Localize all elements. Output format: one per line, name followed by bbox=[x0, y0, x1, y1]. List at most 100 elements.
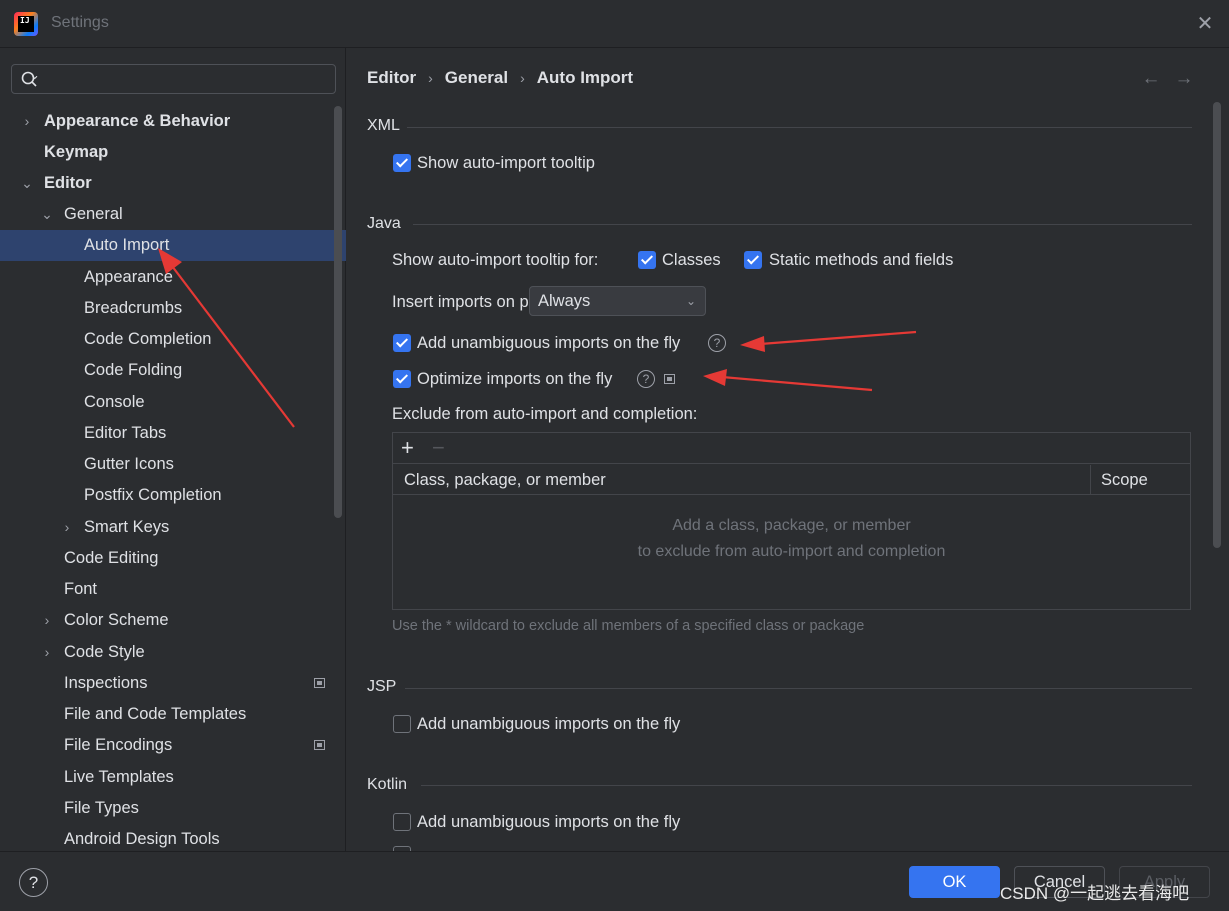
table-header: Class, package, or member Scope bbox=[393, 465, 1190, 495]
chevron-right-icon[interactable]: › bbox=[40, 637, 54, 668]
jsp-unambiguous-label: Add unambiguous imports on the fly bbox=[417, 715, 681, 733]
section-divider bbox=[421, 785, 1192, 786]
help-icon[interactable]: ? bbox=[708, 334, 726, 352]
chevron-right-icon[interactable]: › bbox=[40, 605, 54, 636]
sidebar-item-label: Color Scheme bbox=[64, 611, 169, 629]
watermark: CSDN @一起逃去看海吧 bbox=[1000, 884, 1190, 903]
breadcrumb: Editor › General › Auto Import bbox=[367, 68, 633, 92]
breadcrumb-separator: › bbox=[520, 70, 525, 86]
section-title-java: Java bbox=[367, 215, 401, 232]
breadcrumb-item[interactable]: General bbox=[445, 68, 508, 88]
section-divider bbox=[407, 127, 1192, 128]
sidebar-item[interactable]: File Types bbox=[0, 793, 346, 824]
column-header-scope[interactable]: Scope bbox=[1101, 465, 1148, 495]
sidebar-item[interactable]: Font bbox=[0, 574, 346, 605]
sidebar-item-label: Breadcrumbs bbox=[84, 299, 183, 317]
table-toolbar: + − bbox=[393, 433, 1190, 464]
project-scope-icon bbox=[664, 374, 675, 384]
add-icon[interactable]: + bbox=[401, 435, 414, 461]
java-classes-label[interactable]: Classes bbox=[662, 248, 721, 272]
insert-on-paste-dropdown[interactable]: Always ⌄ bbox=[529, 286, 706, 316]
sidebar-item-label: Code Editing bbox=[64, 549, 159, 567]
sidebar-item[interactable]: Live Templates bbox=[0, 762, 346, 793]
sidebar-item[interactable]: Breadcrumbs bbox=[0, 293, 346, 324]
table-empty-state: Add a class, package, or member to exclu… bbox=[393, 513, 1190, 565]
sidebar-item[interactable]: › Appearance & Behavior bbox=[0, 106, 346, 137]
chevron-right-icon[interactable]: › bbox=[60, 512, 74, 543]
sidebar-item[interactable]: Appearance bbox=[0, 262, 346, 293]
sidebar-item-label: Editor bbox=[44, 174, 92, 192]
sidebar-item[interactable]: Editor Tabs bbox=[0, 418, 346, 449]
sidebar-item[interactable]: Postfix Completion bbox=[0, 480, 346, 511]
wildcard-hint: Use the * wildcard to exclude all member… bbox=[392, 618, 865, 634]
kotlin-unambiguous-checkbox[interactable] bbox=[393, 813, 411, 831]
sidebar-item-label: Appearance bbox=[84, 268, 173, 286]
sidebar-item[interactable]: Inspections bbox=[0, 668, 346, 699]
chevron-down-icon: ⌄ bbox=[685, 294, 696, 308]
sidebar-item[interactable]: Auto Import bbox=[0, 230, 346, 261]
sidebar-item[interactable]: ⌄ General bbox=[0, 199, 346, 230]
breadcrumb-separator: › bbox=[428, 70, 433, 86]
help-button[interactable]: ? bbox=[19, 868, 48, 897]
content-scrollbar[interactable] bbox=[1213, 102, 1221, 548]
sidebar-item[interactable]: › Smart Keys bbox=[0, 512, 346, 543]
intellij-logo-icon: IJ bbox=[14, 12, 38, 36]
settings-sidebar: › Appearance & Behavior Keymap ⌄ Editor ⌄ Gene… bbox=[0, 48, 346, 851]
sidebar-item-label: File and Code Templates bbox=[64, 705, 247, 723]
java-static-label[interactable]: Static methods and fields bbox=[769, 248, 953, 272]
insert-on-paste-value: Always bbox=[538, 292, 591, 310]
sidebar-item-label: Code Completion bbox=[84, 330, 212, 348]
sidebar-item[interactable]: Keymap bbox=[0, 137, 346, 168]
sidebar-item-label: Font bbox=[64, 580, 98, 598]
java-optimize-checkbox[interactable] bbox=[393, 370, 411, 388]
empty-state-line: Add a class, package, or member bbox=[672, 517, 911, 534]
chevron-right-icon[interactable]: › bbox=[20, 106, 34, 137]
sidebar-item-label: File Encodings bbox=[64, 736, 173, 754]
sidebar-item[interactable]: › Code Style bbox=[0, 637, 346, 668]
sidebar-item[interactable]: Code Completion bbox=[0, 324, 346, 355]
search-box[interactable] bbox=[11, 64, 336, 94]
sidebar-item[interactable]: › Color Scheme bbox=[0, 605, 346, 636]
title-bar: IJ Settings ✕ bbox=[0, 0, 1229, 48]
sidebar-scrollbar[interactable] bbox=[334, 106, 342, 518]
sidebar-item-label: Appearance & Behavior bbox=[44, 112, 231, 130]
section-title-jsp: JSP bbox=[367, 678, 397, 695]
forward-arrow-icon[interactable]: → bbox=[1173, 68, 1195, 90]
ok-button[interactable]: OK bbox=[909, 866, 1000, 898]
sidebar-item[interactable]: Code Folding bbox=[0, 355, 346, 386]
help-icon[interactable]: ? bbox=[637, 370, 655, 388]
java-optimize-label: Optimize imports on the fly bbox=[417, 370, 613, 388]
java-static-checkbox[interactable] bbox=[744, 251, 762, 269]
sidebar-item[interactable]: ⌄ Editor bbox=[0, 168, 346, 199]
window-title: Settings bbox=[51, 14, 109, 31]
section-divider bbox=[413, 224, 1192, 225]
sidebar-item[interactable]: File Encodings bbox=[0, 730, 346, 761]
xml-show-tooltip-checkbox[interactable] bbox=[393, 154, 411, 172]
sidebar-item-label: Code Folding bbox=[84, 361, 183, 379]
chevron-down-icon[interactable]: ⌄ bbox=[20, 168, 34, 199]
java-classes-checkbox[interactable] bbox=[638, 251, 656, 269]
breadcrumb-item[interactable]: Editor bbox=[367, 68, 416, 88]
remove-icon: − bbox=[432, 435, 445, 460]
java-unambiguous-checkbox[interactable] bbox=[393, 334, 411, 352]
search-input[interactable] bbox=[44, 68, 329, 90]
jsp-unambiguous-checkbox[interactable] bbox=[393, 715, 411, 733]
sidebar-item[interactable]: File and Code Templates bbox=[0, 699, 346, 730]
sidebar-item[interactable]: Console bbox=[0, 387, 346, 418]
close-icon[interactable]: ✕ bbox=[1193, 12, 1217, 36]
sidebar-item[interactable]: Code Editing bbox=[0, 543, 346, 574]
sidebar-item[interactable]: Gutter Icons bbox=[0, 449, 346, 480]
empty-state-line: to exclude from auto-import and completi… bbox=[637, 543, 946, 560]
section-title-kotlin: Kotlin bbox=[367, 776, 408, 793]
column-divider[interactable] bbox=[1090, 465, 1091, 495]
section-title-xml: XML bbox=[367, 117, 400, 134]
column-header-class[interactable]: Class, package, or member bbox=[404, 465, 606, 495]
section-divider bbox=[405, 688, 1192, 689]
exclude-table: + − Class, package, or member Scope Add … bbox=[392, 432, 1191, 610]
back-arrow-icon[interactable]: ← bbox=[1140, 68, 1162, 90]
breadcrumb-item: Auto Import bbox=[536, 68, 634, 87]
search-icon bbox=[21, 71, 38, 87]
sidebar-item-label: Code Style bbox=[64, 643, 145, 661]
sidebar-item-label: Postfix Completion bbox=[84, 486, 222, 504]
chevron-down-icon[interactable]: ⌄ bbox=[40, 199, 54, 230]
